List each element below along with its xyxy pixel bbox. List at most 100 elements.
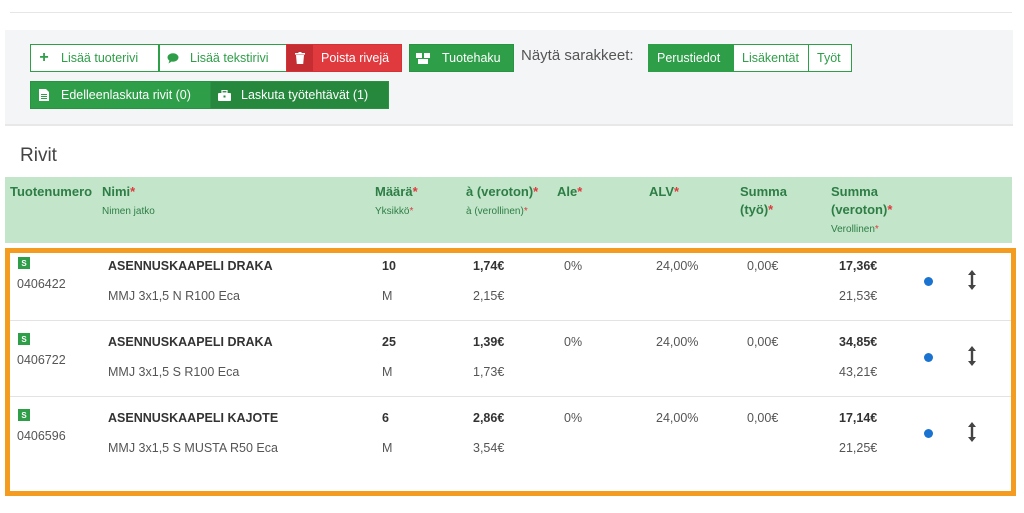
header-name: Nimi* <box>102 184 135 199</box>
show-columns-label: Näytä sarakkeet: <box>521 47 634 64</box>
quantity[interactable]: 25 <box>382 335 396 349</box>
boxes-icon <box>410 45 436 71</box>
product-name[interactable]: ASENNUSKAAPELI DRAKA <box>108 259 273 273</box>
header-sum-work-line1: Summa <box>740 184 787 199</box>
price-excl[interactable]: 1,39€ <box>473 335 504 349</box>
price-incl[interactable]: 1,73€ <box>473 365 504 379</box>
toolbox-icon <box>211 82 237 108</box>
required-marker: * <box>577 184 583 199</box>
invoice-tasks-label: Laskuta työtehtävät (1) <box>241 88 369 102</box>
header-unit: Yksikkö* <box>375 206 413 217</box>
table-row[interactable]: S 0406596 ASENNUSKAAPELI KAJOTE MMJ 3x1,… <box>10 397 1011 473</box>
invoice-tasks-button[interactable]: Laskuta työtehtävät (1) <box>210 81 389 109</box>
column-toggle-additional[interactable]: Lisäkentät <box>733 44 809 72</box>
header-sum-excl-line1: Summa <box>831 184 878 199</box>
status-dot-icon <box>924 353 933 362</box>
required-marker: * <box>412 184 418 199</box>
column-toggle-basic-label: Perustiedot <box>657 51 721 65</box>
column-toggle-work[interactable]: Työt <box>808 44 852 72</box>
required-marker: * <box>887 202 893 217</box>
required-marker: * <box>768 202 774 217</box>
delete-rows-button[interactable]: Poista rivejä <box>286 44 402 72</box>
header-sum-excl-line2: (veroton)* <box>831 202 892 217</box>
product-type-badge: S <box>18 409 30 421</box>
sum-work: 0,00€ <box>747 335 779 349</box>
vat[interactable]: 24,00% <box>656 411 698 425</box>
header-unit-text: Yksikkö <box>375 206 410 217</box>
sum-work: 0,00€ <box>747 411 779 425</box>
trash-icon <box>287 45 313 71</box>
header-discount: Ale* <box>557 184 582 199</box>
product-name-continued[interactable]: MMJ 3x1,5 S R100 Eca <box>108 365 239 379</box>
product-name-continued[interactable]: MMJ 3x1,5 S MUSTA R50 Eca <box>108 441 278 455</box>
product-name-continued[interactable]: MMJ 3x1,5 N R100 Eca <box>108 289 240 303</box>
discount[interactable]: 0% <box>564 411 582 425</box>
product-type-badge: S <box>18 333 30 345</box>
price-excl[interactable]: 1,74€ <box>473 259 504 273</box>
table-row[interactable]: S 0406722 ASENNUSKAAPELI DRAKA MMJ 3x1,5… <box>10 321 1011 397</box>
column-toggle-work-label: Työt <box>817 51 841 65</box>
sum-incl: 21,25€ <box>839 441 878 455</box>
vat[interactable]: 24,00% <box>656 259 698 273</box>
product-number: 0406422 <box>17 277 66 291</box>
discount[interactable]: 0% <box>564 259 582 273</box>
price-excl[interactable]: 2,86€ <box>473 411 504 425</box>
vat[interactable]: 24,00% <box>656 335 698 349</box>
product-search-label: Tuotehaku <box>442 51 501 65</box>
sum-excl: 34,85€ <box>839 335 878 349</box>
sum-excl: 17,36€ <box>839 259 878 273</box>
status-dot-icon <box>924 429 933 438</box>
sum-excl: 17,14€ <box>839 411 878 425</box>
quantity[interactable]: 10 <box>382 259 396 273</box>
toolbar: + Lisää tuoterivi Lisää tekstirivi Poist… <box>5 30 1013 126</box>
top-divider <box>10 12 1012 13</box>
unit[interactable]: M <box>382 365 392 379</box>
price-incl[interactable]: 3,54€ <box>473 441 504 455</box>
header-price-excl-text: à (veroton) <box>466 184 534 199</box>
header-sum-work-line2: (työ)* <box>740 202 773 217</box>
column-toggle-additional-label: Lisäkentät <box>742 51 799 65</box>
product-name[interactable]: ASENNUSKAAPELI DRAKA <box>108 335 273 349</box>
sum-incl: 43,21€ <box>839 365 878 379</box>
header-quantity: Määrä* <box>375 184 418 199</box>
header-name-text: Nimi <box>102 184 131 199</box>
product-type-badge: S <box>18 257 30 269</box>
vertical-arrows-icon[interactable] <box>965 344 979 368</box>
add-product-row-button[interactable]: + Lisää tuoterivi <box>30 44 159 72</box>
delete-rows-label: Poista rivejä <box>321 51 390 65</box>
reinvoice-rows-button[interactable]: Edelleenlaskuta rivit (0) <box>30 81 211 109</box>
unit[interactable]: M <box>382 289 392 303</box>
product-number: 0406722 <box>17 353 66 367</box>
add-text-row-button[interactable]: Lisää tekstirivi <box>159 44 291 72</box>
add-product-row-label: Lisää tuoterivi <box>61 51 139 65</box>
required-marker: * <box>130 184 136 199</box>
required-marker: * <box>874 224 879 235</box>
section-title: Rivit <box>20 145 57 166</box>
required-marker: * <box>533 184 539 199</box>
product-name[interactable]: ASENNUSKAAPELI KAJOTE <box>108 411 278 425</box>
column-toggle-basic[interactable]: Perustiedot <box>648 44 734 72</box>
product-search-button[interactable]: Tuotehaku <box>409 44 514 72</box>
header-vat-text: ALV <box>649 184 675 199</box>
table-header: Tuotenumero Nimi* Nimen jatko Määrä* Yks… <box>5 177 1012 243</box>
header-price-excl: à (veroton)* <box>466 184 538 199</box>
header-quantity-text: Määrä <box>375 184 413 199</box>
reinvoice-rows-label: Edelleenlaskuta rivit (0) <box>61 88 191 102</box>
product-number: 0406596 <box>17 429 66 443</box>
header-sum-work-text: (työ) <box>740 202 769 217</box>
vertical-arrows-icon[interactable] <box>965 420 979 444</box>
unit[interactable]: M <box>382 441 392 455</box>
quantity[interactable]: 6 <box>382 411 389 425</box>
header-product-number: Tuotenumero <box>10 184 93 199</box>
discount[interactable]: 0% <box>564 335 582 349</box>
sum-incl: 21,53€ <box>839 289 878 303</box>
vertical-arrows-icon[interactable] <box>965 268 979 292</box>
required-marker: * <box>409 206 414 217</box>
header-discount-text: Ale <box>557 184 578 199</box>
plus-icon: + <box>39 49 49 66</box>
header-sum-incl-text: Verollinen <box>831 224 875 235</box>
table-row[interactable]: S 0406422 ASENNUSKAAPELI DRAKA MMJ 3x1,5… <box>10 245 1011 321</box>
speech-bubble-icon <box>160 45 186 71</box>
price-incl[interactable]: 2,15€ <box>473 289 504 303</box>
header-sum-excl-text: (veroton) <box>831 202 888 217</box>
